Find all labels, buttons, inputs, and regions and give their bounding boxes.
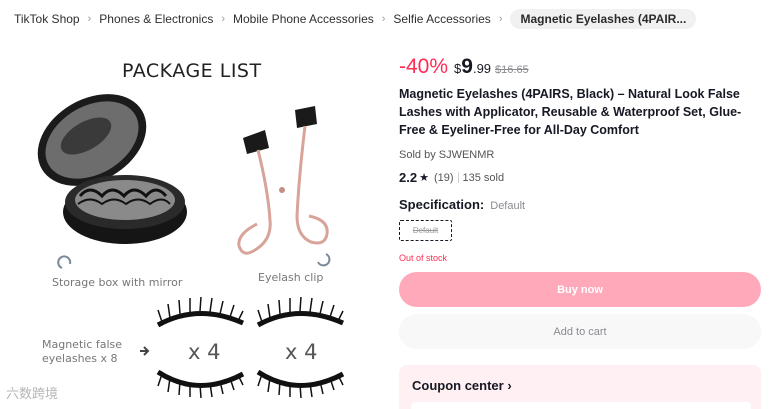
watermark: 六数跨境: [6, 387, 59, 402]
coupon-center-label: Coupon center: [412, 378, 504, 393]
chevron-right-icon: ›: [221, 13, 225, 25]
chevron-right-icon: ›: [87, 13, 92, 25]
original-price: $16.65: [495, 64, 529, 76]
price-integer: 9: [461, 55, 473, 78]
specification-label: Specification:: [399, 197, 485, 212]
currency-symbol: $: [454, 61, 462, 76]
chevron-right-icon: ›: [381, 13, 386, 25]
package-list-heading: PACKAGE LIST: [122, 60, 262, 82]
rating-row: 2.2 ★ (19) 135 sold: [399, 170, 761, 185]
divider: [457, 172, 459, 183]
quantity-label-left: x 4: [188, 340, 221, 364]
sold-count: 135 sold: [462, 171, 505, 184]
chevron-right-icon: ›: [498, 13, 503, 25]
breadcrumb-phones-electronics[interactable]: Phones & Electronics: [99, 12, 213, 26]
product-image[interactable]: PACKAGE LIST Storage box with mirror Eye…: [0, 40, 385, 409]
specification-value: Default: [490, 200, 526, 212]
discount-badge: -40%: [399, 55, 449, 78]
product-info: -40% $ 9 .99 $16.65 Magnetic Eyelashes (…: [399, 55, 761, 263]
breadcrumb-mobile-accessories[interactable]: Mobile Phone Accessories: [233, 12, 374, 26]
storage-box-label: Storage box with mirror: [52, 276, 183, 289]
breadcrumb-current: Magnetic Eyelashes (4PAIR...: [510, 9, 697, 29]
breadcrumb-tiktok-shop[interactable]: TikTok Shop: [14, 12, 80, 26]
coupon-card-edge: [411, 402, 751, 409]
false-eyelashes-label: Magnetic false eyelashes x 8: [42, 338, 123, 365]
breadcrumb-selfie-accessories[interactable]: Selfie Accessories: [393, 12, 490, 26]
star-icon: ★: [419, 172, 429, 184]
specification-option-default[interactable]: Default: [399, 220, 452, 241]
chevron-right-icon: ›: [507, 378, 512, 393]
eyelash-clip-label: Eyelash clip: [258, 271, 324, 284]
price-decimal: .99: [472, 61, 492, 76]
stock-status: Out of stock: [399, 253, 448, 263]
seller-link[interactable]: Sold by SJWENMR: [399, 149, 761, 161]
add-to-cart-button[interactable]: Add to cart: [399, 314, 761, 349]
rating-value: 2.2: [399, 170, 418, 185]
specification-row: Specification: Default: [399, 197, 761, 212]
rating-count[interactable]: (19): [434, 172, 454, 184]
quantity-label-right: x 4: [285, 340, 318, 364]
breadcrumb: TikTok Shop › Phones & Electronics › Mob…: [14, 8, 697, 30]
price-row: -40% $ 9 .99 $16.65: [399, 55, 761, 79]
buy-now-button[interactable]: Buy now: [399, 272, 761, 307]
product-title: Magnetic Eyelashes (4PAIRS, Black) – Nat…: [399, 87, 742, 137]
